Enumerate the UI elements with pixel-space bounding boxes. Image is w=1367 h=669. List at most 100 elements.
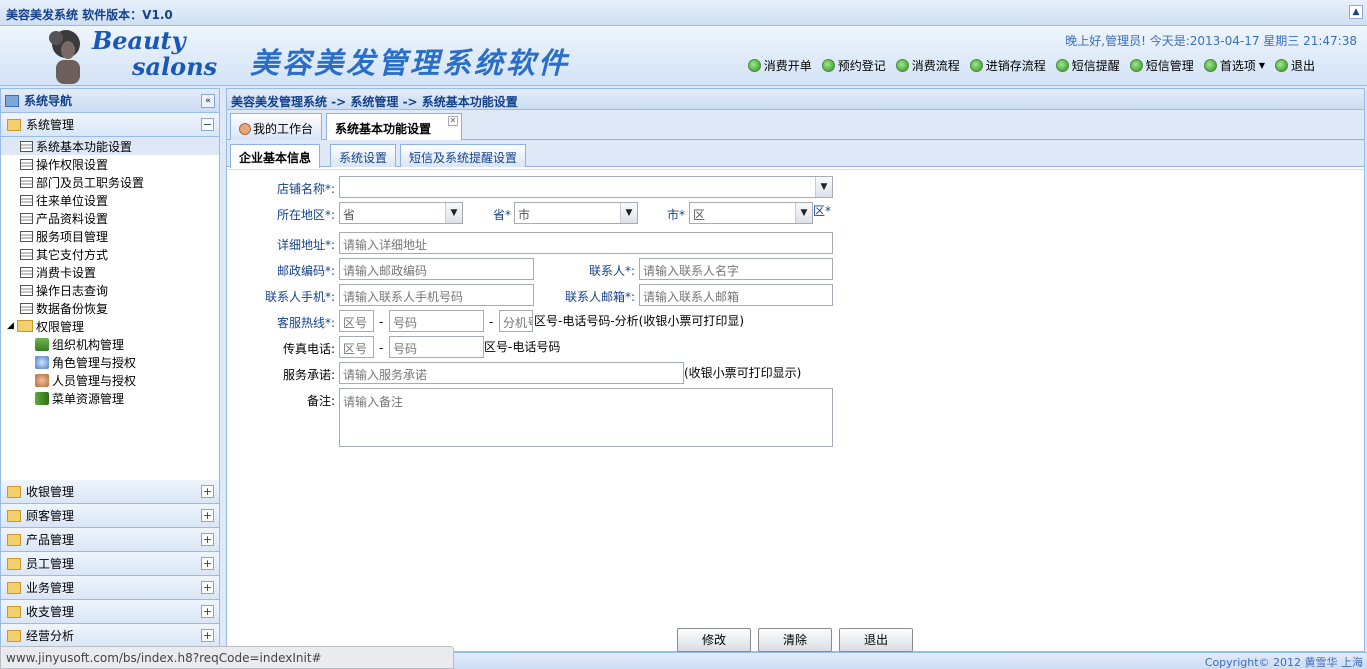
chevron-down-icon[interactable]: ▼ [445,203,462,223]
tree-item[interactable]: 组织机构管理 [1,335,219,353]
slogan: 美容美发管理系统软件 [250,46,571,80]
email-input[interactable]: 请输入联系人邮箱 [639,284,833,306]
collapse-left-icon[interactable]: « [201,94,215,108]
tree-label: 往来单位设置 [36,193,109,208]
users-icon [35,373,49,387]
sidebar-section-analysis[interactable]: 经营分析 + [1,624,219,648]
minus-icon[interactable]: − [201,118,214,131]
list-icon [20,266,33,278]
clear-button[interactable]: 清除 [758,628,832,652]
nav-preferences[interactable]: 首选项 ▼ [1203,57,1265,74]
tree-item[interactable]: 其它支付方式 [1,245,219,263]
nav-sms-manage[interactable]: 短信管理 [1129,57,1194,74]
tree-item[interactable]: 系统基本功能设置 [1,137,219,155]
edit-button[interactable]: 修改 [677,628,751,652]
plus-icon[interactable]: + [201,557,214,570]
close-icon[interactable]: ✕ [448,116,458,126]
nav-appointment[interactable]: 预约登记 [821,57,886,74]
plus-icon[interactable]: + [201,581,214,594]
plus-icon[interactable]: + [201,509,214,522]
greeting-text: 晚上好,管理员! 今天是:2013-04-17 星期三 21:47:38 [1065,34,1357,48]
tree-item[interactable]: 数据备份恢复 [1,299,219,317]
remark-label: 备注: [306,394,335,408]
sidebar-section-staff[interactable]: 员工管理 + [1,552,219,576]
chevron-down-icon[interactable]: ▼ [620,203,637,223]
remark-textarea[interactable]: 请输入备注 [339,388,833,447]
tree-item[interactable]: 操作权限设置 [1,155,219,173]
nav-consume-flow[interactable]: 消费流程 [895,57,960,74]
district-select[interactable]: 区 ▼ [689,202,813,224]
nav-tree: 系统基本功能设置 操作权限设置 部门及员工职务设置 往来单位设置 产品资料设置 … [1,137,219,407]
contact-input[interactable]: 请输入联系人名字 [639,258,833,280]
address-label: 详细地址*: [247,236,335,253]
tree-label: 数据备份恢复 [36,301,109,316]
nav-billing[interactable]: 消费开单 [747,57,812,74]
sidebar-section-finance[interactable]: 收支管理 + [1,600,219,624]
tree-item[interactable]: 产品资料设置 [1,209,219,227]
dash: - [489,315,494,329]
shop-name-label: 店铺名称*: [247,180,335,197]
tree-item[interactable]: 服务项目管理 [1,227,219,245]
tree-label: 操作日志查询 [36,283,109,298]
nav-inventory-flow[interactable]: 进销存流程 [969,57,1046,74]
plus-icon[interactable]: + [201,533,214,546]
hotline-number-input[interactable]: 号码 [389,310,484,332]
colon: : [330,208,335,222]
select-value: 区 [693,208,706,222]
sidebar-section-products[interactable]: 产品管理 + [1,528,219,552]
tab-workbench[interactable]: 我的工作台 [230,113,322,140]
subtab-company-info[interactable]: 企业基本信息 [230,144,321,168]
required-mark: * [825,204,832,218]
exit-button[interactable]: 退出 [839,628,913,652]
address-input[interactable]: 请输入详细地址 [339,232,833,254]
plus-icon[interactable]: + [201,629,214,642]
browser-status-url: www.jinyusoft.com/bs/index.h8?reqCode=in… [0,646,454,669]
label-text: 联系人手机 [264,290,325,304]
subtab-system-settings[interactable]: 系统设置 [330,144,397,167]
tab-basic-settings[interactable]: 系统基本功能设置 ✕ [326,113,462,141]
fax-number-input[interactable]: 号码 [389,336,484,358]
shop-name-combo[interactable]: ▼ [339,176,833,198]
subtab-sms-reminder[interactable]: 短信及系统提醒设置 [400,144,527,167]
collapse-up-icon[interactable]: ▲ [1349,5,1363,19]
salon-model-icon [49,30,80,84]
menu-resource-icon [35,391,49,405]
hotline-ext-input[interactable]: 分机号 [499,310,533,332]
section-label: 产品管理 [26,533,75,547]
tree-item[interactable]: 菜单资源管理 [1,389,219,407]
fax-area-input[interactable]: 区号 [339,336,374,358]
chevron-down-icon: ▼ [1258,61,1265,70]
plus-icon[interactable]: + [201,485,214,498]
tree-item[interactable]: 人员管理与授权 [1,371,219,389]
tree-label: 角色管理与授权 [52,355,137,370]
mobile-input[interactable]: 请输入联系人手机号码 [339,284,534,306]
sidebar-section-business[interactable]: 业务管理 + [1,576,219,600]
breadcrumb: 美容美发管理系统 -> 系统管理 -> 系统基本功能设置 [226,88,1365,110]
nav-logout[interactable]: 退出 [1274,57,1315,74]
tree-item[interactable]: 操作日志查询 [1,281,219,299]
sidebar-header: 系统导航 « [1,89,219,113]
user-icon [239,123,251,135]
chevron-down-icon[interactable]: ▼ [795,203,812,223]
sidebar-section-cashier[interactable]: 收银管理 + [1,480,219,504]
tree-item[interactable]: 往来单位设置 [1,191,219,209]
tree-item[interactable]: 角色管理与授权 [1,353,219,371]
sidebar-section-customers[interactable]: 顾客管理 + [1,504,219,528]
section-label: 经营分析 [26,629,75,643]
sidebar-section-system[interactable]: 系统管理 − [1,113,219,137]
fax-note: 区号-电话号码 [484,340,561,354]
tree-folder-permissions[interactable]: ◢ 权限管理 [1,317,219,335]
plus-icon[interactable]: + [201,605,214,618]
city-select[interactable]: 市 ▼ [514,202,638,224]
label-text: 客服热线 [276,316,325,330]
chevron-down-icon[interactable]: ▼ [815,177,832,197]
nav-sms-remind[interactable]: 短信提醒 [1055,57,1120,74]
tree-item[interactable]: 部门及员工职务设置 [1,173,219,191]
tree-item[interactable]: 消费卡设置 [1,263,219,281]
province-select[interactable]: 省 ▼ [339,202,463,224]
header-banner: Beauty salons 美容美发管理系统软件 晚上好,管理员! 今天是:20… [0,26,1367,86]
triangle-down-icon[interactable]: ◢ [7,321,17,331]
postcode-input[interactable]: 请输入邮政编码 [339,258,534,280]
promise-input[interactable]: 请输入服务承诺 [339,362,684,384]
hotline-area-input[interactable]: 区号 [339,310,374,332]
